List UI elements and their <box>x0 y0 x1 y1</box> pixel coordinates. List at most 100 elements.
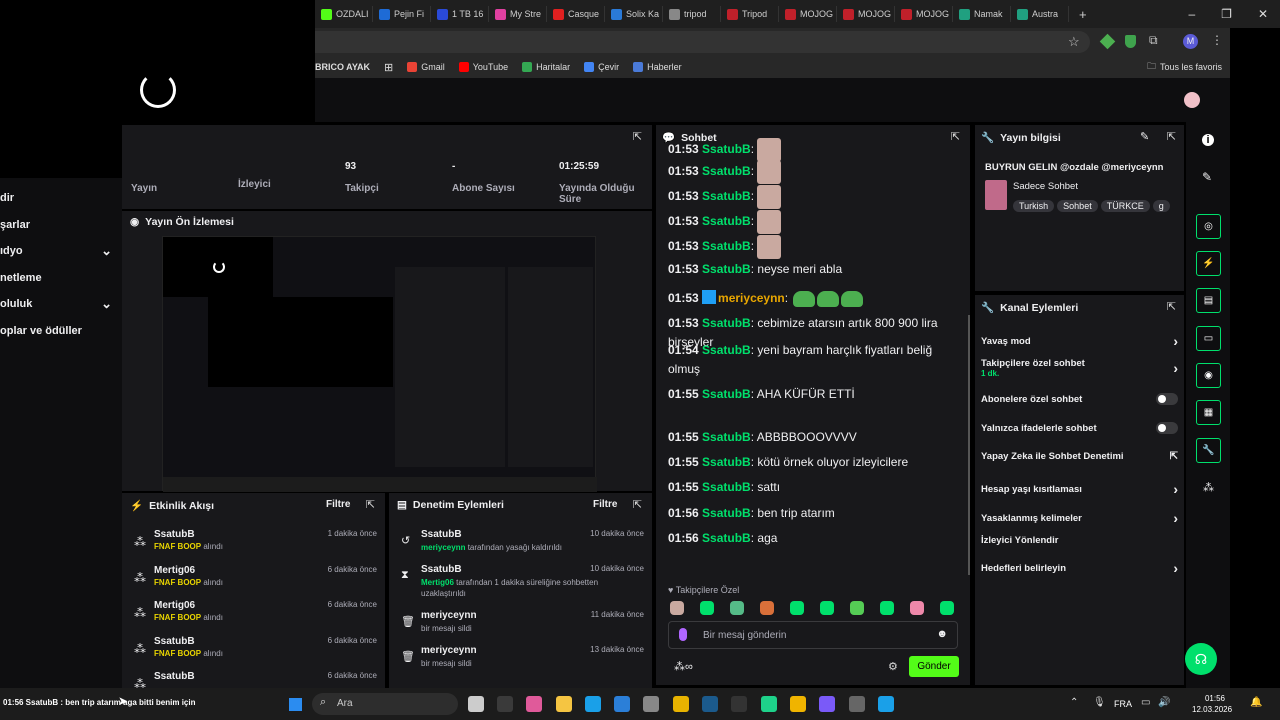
bookmark-item[interactable]: Çevir <box>584 62 619 72</box>
maximize-button[interactable]: ❐ <box>1221 7 1232 21</box>
epic-games-icon[interactable] <box>731 696 747 712</box>
moderation-target[interactable]: SsatubB <box>421 529 462 540</box>
channel-action-item[interactable]: Yasaklanmış kelimeler › <box>981 510 1178 526</box>
close-button[interactable]: ✕ <box>1258 7 1268 21</box>
popout-icon[interactable]: ⇱ <box>366 498 375 511</box>
settings-icon[interactable] <box>643 696 659 712</box>
moderation-item[interactable]: ⧗ SsatubB Mertig06 tarafından 1 dakika sür… <box>399 564 644 598</box>
nav-item[interactable]: şarlar <box>0 215 112 235</box>
rockstar-icon[interactable] <box>790 696 806 712</box>
browser-tab[interactable]: MOJOG <box>779 6 837 22</box>
emote-icon[interactable] <box>790 601 804 615</box>
edit-pencil-icon[interactable]: ✎ <box>1202 170 1212 184</box>
emote-icon[interactable] <box>940 601 954 615</box>
emote-icon[interactable] <box>730 601 744 615</box>
nav-item[interactable]: oluluk ⌄ <box>0 294 112 314</box>
browser-tab[interactable]: OZDALI <box>315 6 373 22</box>
activity-user[interactable]: SsatubB <box>154 529 195 540</box>
chat-message[interactable]: 01:53 meriyceynn: <box>668 289 958 308</box>
lightning-button[interactable]: ⚡ <box>1196 251 1221 276</box>
chevron-right-icon[interactable]: › <box>1173 333 1178 349</box>
bookmark-item[interactable]: Haberler <box>633 62 682 72</box>
new-tab-button[interactable]: + <box>1079 7 1087 22</box>
edit-pencil-icon[interactable]: ✎ <box>1140 130 1149 143</box>
chat-username[interactable]: SsatubB <box>702 262 751 276</box>
chat-username[interactable]: SsatubB <box>702 239 751 253</box>
moderation-filter-button[interactable]: Filtre <box>593 499 617 510</box>
chat-input[interactable]: Bir mesaj gönderin ☻ <box>668 621 958 649</box>
clock-date[interactable]: 12.03.2026 <box>1192 705 1232 714</box>
activity-item[interactable]: ⁂ Mertig06 FNAF BOOP alındı 6 dakika önce <box>132 600 377 634</box>
nav-item[interactable]: dir <box>0 188 112 208</box>
url-field[interactable] <box>315 31 1090 53</box>
moderation-target[interactable]: SsatubB <box>421 564 462 575</box>
screenshot-button[interactable]: ◎ <box>1196 214 1221 239</box>
popout-icon[interactable]: ⇱ <box>633 498 642 511</box>
popout-icon[interactable]: ⇱ <box>633 130 642 143</box>
chat-username[interactable]: SsatubB <box>702 316 751 330</box>
emote-icon[interactable] <box>700 601 714 615</box>
stream-tag[interactable]: g <box>1152 200 1170 212</box>
extension-icon[interactable] <box>1099 33 1116 50</box>
copilot-icon[interactable] <box>526 696 542 712</box>
chat-username[interactable]: SsatubB <box>702 430 751 444</box>
preview-video[interactable] <box>162 236 597 492</box>
file-explorer-icon[interactable] <box>556 696 572 712</box>
chat-message[interactable]: 01:53 SsatubB: <box>668 160 958 184</box>
channel-action-item[interactable]: Takipçilere özel sohbet 1 dk. › <box>981 358 1178 378</box>
channel-action-item[interactable]: İzleyici Yönlendir <box>981 535 1178 546</box>
bookmark-lead[interactable]: BRICO AYAK <box>315 62 370 72</box>
chat-scrollbar[interactable] <box>968 315 970 575</box>
browser-tab[interactable]: 1 TB 16 <box>431 6 489 22</box>
moderation-target[interactable]: meriyceynn <box>421 645 477 656</box>
send-button[interactable]: Gönder <box>909 656 959 677</box>
chat-username[interactable]: SsatubB <box>702 189 751 203</box>
notes-button[interactable]: ▤ <box>1196 288 1221 313</box>
volume-icon[interactable]: 🔊 <box>1158 697 1170 708</box>
emoji-icon[interactable]: ☻ <box>936 628 948 640</box>
channel-action-item[interactable]: Abonelere özel sohbet <box>981 393 1178 405</box>
obs-icon[interactable] <box>849 696 865 712</box>
chat-message[interactable]: 01:53 SsatubB: <box>668 235 958 259</box>
category-thumbnail[interactable] <box>985 180 1007 210</box>
chat-username[interactable]: SsatubB <box>702 142 751 156</box>
nav-item[interactable]: netleme <box>0 268 112 288</box>
menu-icon[interactable]: ⋮ <box>1211 33 1223 47</box>
chat-username[interactable]: meriyceynn <box>718 291 785 305</box>
app-grid-icon[interactable] <box>819 696 835 712</box>
kick-drops-icon[interactable]: ⁂∞ <box>674 660 693 673</box>
moderation-item[interactable]: 🗑 meriyceynn bir mesajı sildi 13 dakika ön… <box>399 645 644 679</box>
star-icon[interactable]: ☆ <box>1068 34 1080 50</box>
activity-filter-button[interactable]: Filtre <box>326 499 350 510</box>
microphone-icon[interactable]: 🎙 <box>1093 697 1106 708</box>
chevron-right-icon[interactable]: › <box>1173 560 1178 576</box>
moderation-actor[interactable]: Mertig06 <box>421 578 454 587</box>
nav-item[interactable]: oplar ve ödüller <box>0 321 112 341</box>
stream-tag[interactable]: Sohbet <box>1057 200 1098 212</box>
meet-icon[interactable] <box>878 696 894 712</box>
chevron-right-icon[interactable]: › <box>1173 360 1178 376</box>
microphone-icon[interactable] <box>679 628 687 641</box>
chevron-right-icon[interactable]: › <box>1173 481 1178 497</box>
moderation-item[interactable]: ↺ SsatubB meriyceynn tarafından yasağı kal… <box>399 529 644 563</box>
emote-icon[interactable] <box>880 601 894 615</box>
layout-button[interactable]: ▦ <box>1196 400 1221 425</box>
browser-tab[interactable]: My Stre <box>489 6 547 22</box>
activity-item[interactable]: ⁂ SsatubB FNAF BOOP alındı 1 dakika önce <box>132 529 377 563</box>
emote-icon[interactable] <box>910 601 924 615</box>
chat-username[interactable]: SsatubB <box>702 506 751 520</box>
chat-message[interactable]: 01:56 SsatubB: aga <box>668 529 958 548</box>
browser-tab[interactable]: tripod <box>663 6 721 22</box>
chevron-right-icon[interactable]: › <box>1173 510 1178 526</box>
bookmark-item[interactable]: YouTube <box>458 62 508 72</box>
language-indicator[interactable]: FRA <box>1114 699 1132 709</box>
moderation-actor[interactable]: meriyceynn <box>421 543 465 552</box>
chat-username[interactable]: SsatubB <box>702 480 751 494</box>
activity-user[interactable]: Mertig06 <box>154 600 195 611</box>
browser-tab[interactable]: MOJOG <box>837 6 895 22</box>
chat-message[interactable]: 01:55 SsatubB: AHA KÜFÜR ETTİ <box>668 385 958 404</box>
moderation-target[interactable]: meriyceynn <box>421 610 477 621</box>
chat-message[interactable]: 01:53 SsatubB: <box>668 185 958 209</box>
browser-tab[interactable]: MOJOG <box>895 6 953 22</box>
chevron-up-icon[interactable]: ⌃ <box>1070 697 1078 708</box>
